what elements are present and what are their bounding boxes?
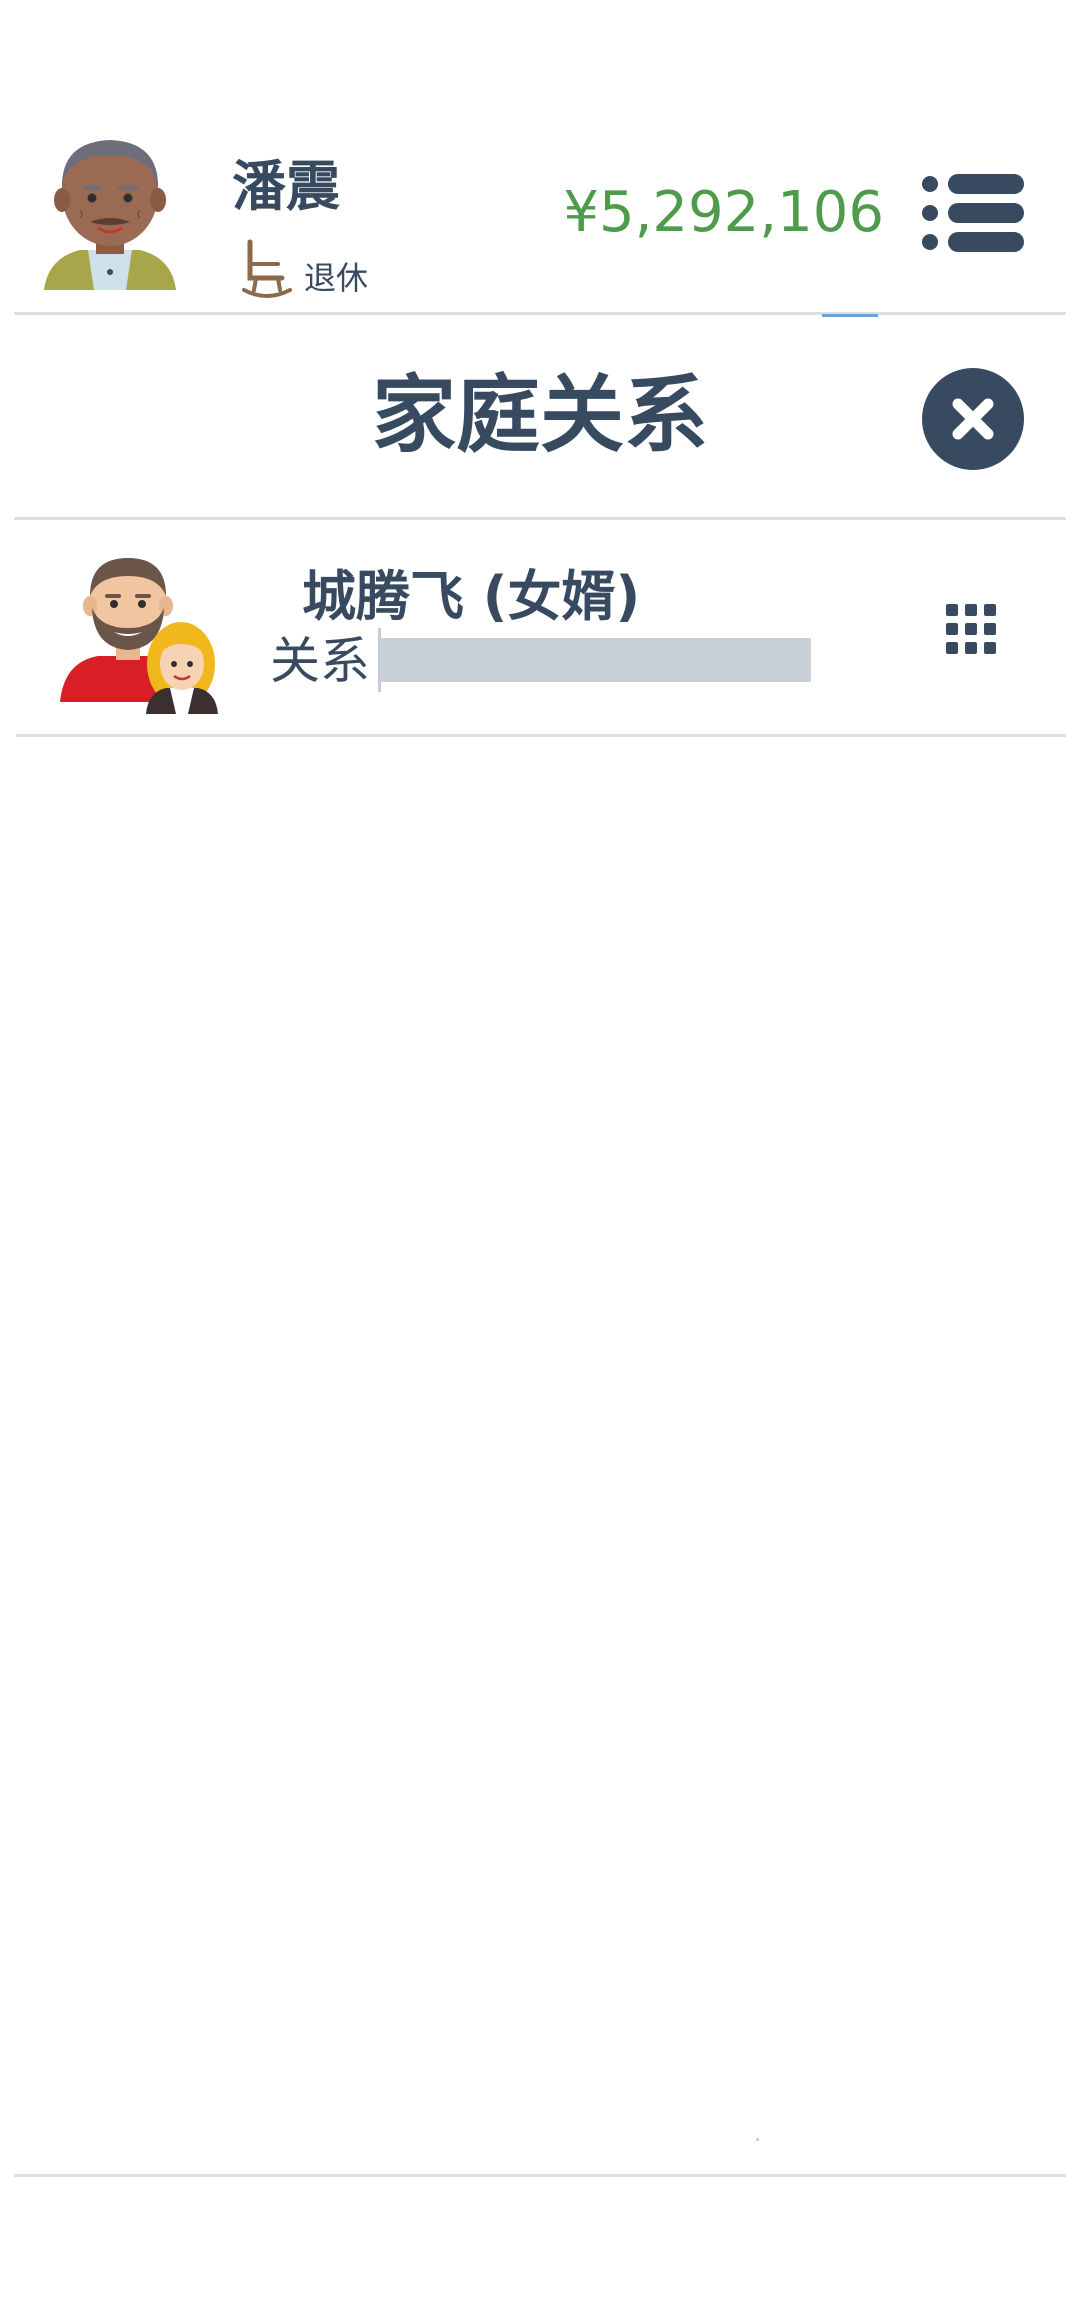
relative-avatar [58,552,220,714]
row-divider [16,734,1066,737]
player-name: 潘震 [232,155,340,218]
player-avatar [40,130,180,295]
relation-label: 关系 [270,632,370,690]
money-balance: ¥5,292,106 [563,180,884,245]
panel-header-divider [14,517,1066,520]
relative-name: 城腾飞 (女婿) [302,565,641,628]
old-man-avatar-icon [44,140,176,290]
panel-title: 家庭关系 [371,366,708,464]
list-menu-icon [922,174,1024,252]
close-icon [952,398,994,440]
menu-button[interactable] [920,172,1026,254]
relation-bar [381,638,811,682]
scroll-dot [756,2138,759,2141]
rocking-chair-icon [242,238,292,302]
header-divider [14,312,1066,315]
relative-actions-button[interactable] [946,604,996,654]
grid-menu-icon [946,604,996,654]
couple-avatar-icon [60,558,218,714]
tab-indicator [822,314,878,317]
footer-divider [14,2174,1066,2177]
status-text: 退休 [304,259,369,297]
close-button[interactable] [922,368,1024,470]
